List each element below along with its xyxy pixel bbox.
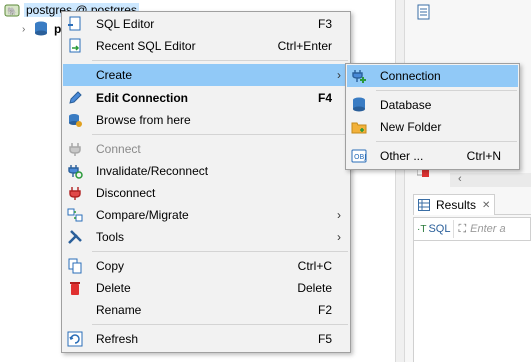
copy-icon xyxy=(67,258,83,274)
chevron-right-icon[interactable]: › xyxy=(22,24,34,35)
chevron-right-icon: › xyxy=(337,208,341,222)
compare-icon xyxy=(67,207,83,223)
tree-node-child[interactable]: › p xyxy=(22,20,61,38)
grid-icon xyxy=(418,199,430,211)
new-object-icon: OBJ xyxy=(351,148,367,164)
menu-item-sql-editor[interactable]: SQL Editor F3 xyxy=(63,13,349,35)
plug-icon xyxy=(67,141,83,157)
menu-item-copy[interactable]: Copy Ctrl+C xyxy=(63,255,349,277)
svg-text:OBJ: OBJ xyxy=(354,153,366,161)
editor-icon[interactable] xyxy=(417,4,431,20)
chevron-right-icon: › xyxy=(337,68,341,82)
sql-icon: ·T xyxy=(417,223,427,235)
folder-icon xyxy=(351,119,367,135)
close-icon[interactable]: ✕ xyxy=(482,200,490,211)
refresh-icon xyxy=(67,331,83,347)
right-panel: ‹ Results ✕ ·T SQL ⛶ Enter a xyxy=(405,0,531,362)
menu-separator xyxy=(92,60,348,61)
submenu-item-connection[interactable]: Connection xyxy=(347,65,518,87)
panel-divider[interactable] xyxy=(395,0,405,362)
menu-separator xyxy=(92,251,348,252)
database-icon xyxy=(351,97,367,113)
browse-database-icon xyxy=(67,112,83,128)
pencil-icon xyxy=(67,90,83,106)
create-submenu: Connection Database New Folder OBJ Other… xyxy=(345,63,520,170)
reconnect-icon xyxy=(67,163,83,179)
connection-icon: 🐘 xyxy=(4,2,20,18)
results-toolbar: ·T SQL ⛶ Enter a xyxy=(413,217,531,241)
menu-item-edit-connection[interactable]: Edit Connection F4 xyxy=(63,87,349,109)
menu-separator xyxy=(92,324,348,325)
menu-item-delete[interactable]: Delete Delete xyxy=(63,277,349,299)
results-tab-bar: Results ✕ xyxy=(413,194,531,215)
context-menu: SQL Editor F3 Recent SQL Editor Ctrl+Ent… xyxy=(61,11,351,353)
chevron-right-icon: › xyxy=(337,230,341,244)
database-icon xyxy=(34,21,48,37)
results-body xyxy=(413,241,531,362)
filter-input[interactable]: Enter a xyxy=(470,223,505,235)
menu-item-rename[interactable]: Rename F2 xyxy=(63,299,349,321)
menu-item-connect[interactable]: Connect xyxy=(63,138,349,160)
tab-results[interactable]: Results ✕ xyxy=(413,194,496,215)
sql-editor-icon xyxy=(67,16,83,32)
menu-item-create[interactable]: Create › xyxy=(63,64,349,86)
submenu-item-new-folder[interactable]: New Folder xyxy=(347,116,518,138)
menu-separator xyxy=(376,141,517,142)
submenu-item-database[interactable]: Database xyxy=(347,94,518,116)
menu-item-disconnect[interactable]: Disconnect xyxy=(63,182,349,204)
menu-item-compare-migrate[interactable]: Compare/Migrate › xyxy=(63,204,349,226)
trash-icon xyxy=(67,280,83,296)
expand-icon[interactable]: ⛶ xyxy=(458,223,466,236)
menu-item-invalidate-reconnect[interactable]: Invalidate/Reconnect xyxy=(63,160,349,182)
submenu-item-other[interactable]: OBJ Other ... Ctrl+N xyxy=(347,145,518,167)
scroll-left-icon[interactable]: ‹ xyxy=(458,173,462,185)
disconnect-icon xyxy=(67,185,83,201)
menu-separator xyxy=(92,134,348,135)
new-connection-icon xyxy=(351,68,367,84)
menu-separator xyxy=(376,90,517,91)
recent-sql-editor-icon xyxy=(67,38,83,54)
tab-results-label: Results xyxy=(436,198,477,212)
horizontal-scrollbar[interactable]: ‹ xyxy=(450,173,531,187)
menu-item-tools[interactable]: Tools › xyxy=(63,226,349,248)
menu-item-refresh[interactable]: Refresh F5 xyxy=(63,328,349,350)
sql-button[interactable]: ·T SQL xyxy=(414,220,455,238)
menu-item-recent-sql-editor[interactable]: Recent SQL Editor Ctrl+Enter xyxy=(63,35,349,57)
menu-item-browse-from-here[interactable]: Browse from here xyxy=(63,109,349,131)
tools-icon xyxy=(67,229,83,245)
svg-text:🐘: 🐘 xyxy=(7,7,17,16)
